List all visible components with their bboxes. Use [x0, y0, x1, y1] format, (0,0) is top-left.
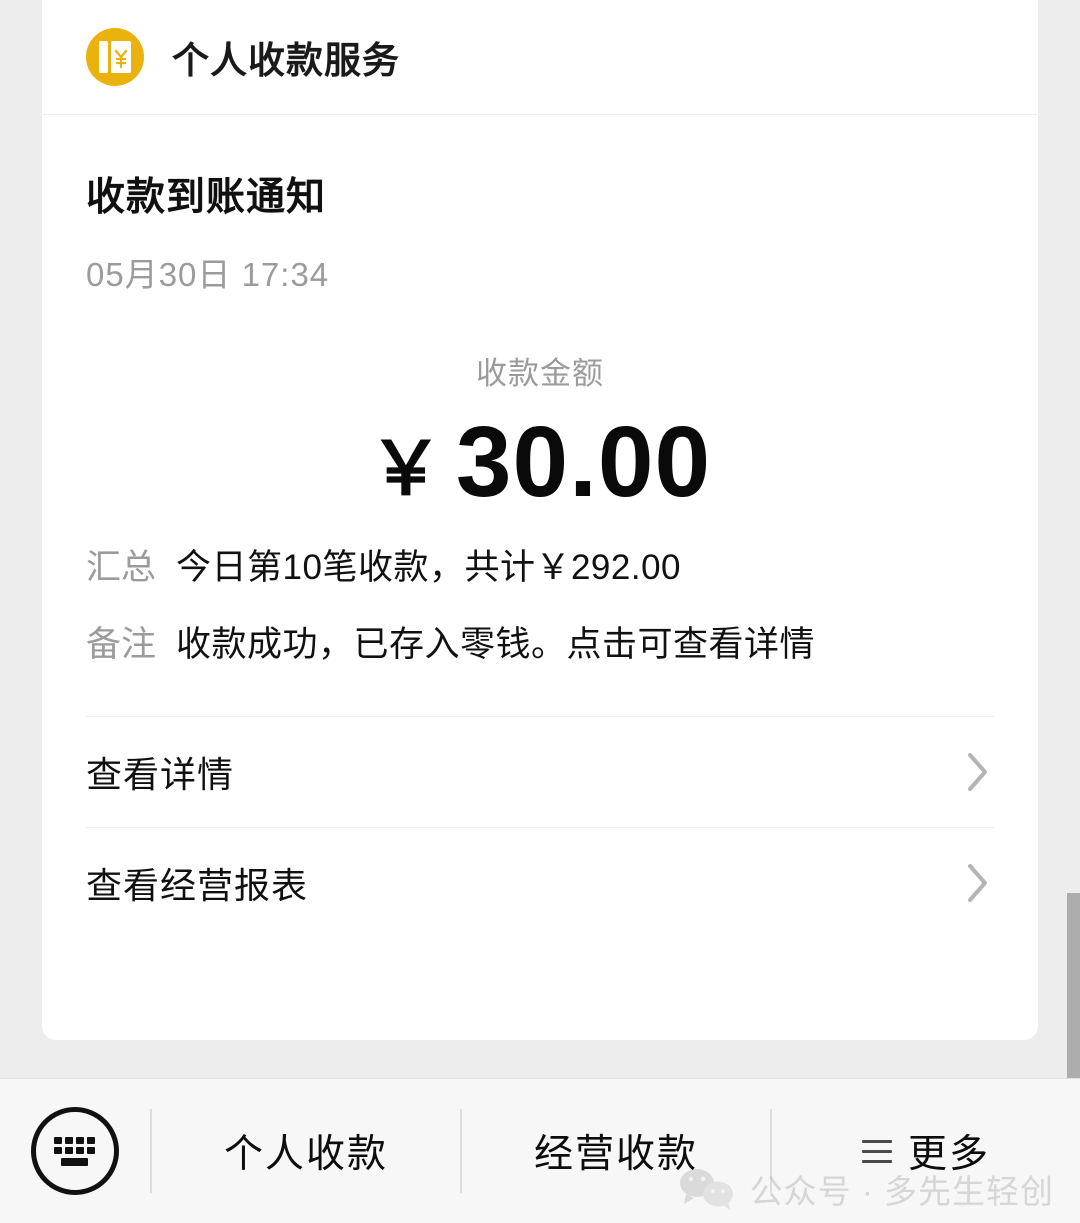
action-label: 查看经营报表 [86, 865, 309, 907]
amount-value: ￥ 30.00 [86, 407, 994, 517]
summary-key: 汇总 [86, 547, 157, 587]
page-title: 收款到账通知 [86, 176, 327, 219]
keyboard-button[interactable] [0, 1107, 150, 1195]
bottom-toolbar: 个人收款 经营收款 更多 公众号 · 多先生轻创 [0, 1078, 1080, 1223]
action-row-view-report[interactable]: 查看经营报表 [86, 827, 994, 938]
summary-value: 今日第10笔收款，共计￥292.00 [176, 547, 681, 587]
amount-block: 收款金额 ￥ 30.00 [86, 348, 994, 517]
chevron-right-icon [966, 862, 990, 904]
ledger-yen-icon [86, 28, 144, 86]
toolbar-item-label: 个人收款 [223, 1133, 388, 1176]
summary-row: 汇总 今日第10笔收款，共计￥292.00 [86, 543, 994, 594]
toolbar-item-label: 经营收款 [533, 1133, 698, 1176]
toolbar-item-business[interactable]: 经营收款 [462, 1079, 770, 1223]
card-body: 收款到账通知 05月30日 17:34 收款金额 ￥ 30.00 汇总 今日第10… [42, 115, 1038, 938]
amount-label: 收款金额 [476, 355, 604, 391]
app-title: 个人收款服务 [172, 40, 400, 81]
amount-number: 30.00 [455, 405, 712, 518]
remark-value: 收款成功，已存入零钱。点击可查看详情 [176, 624, 816, 664]
toolbar-item-more[interactable]: 更多 [772, 1079, 1080, 1223]
chevron-right-icon [966, 751, 990, 793]
card-header: 个人收款服务 [42, 0, 1038, 115]
remark-row: 备注 收款成功，已存入零钱。点击可查看详情 [86, 620, 994, 671]
action-list: 查看详情 查看经营报表 [86, 716, 994, 938]
keyboard-icon [31, 1107, 119, 1195]
action-label: 查看详情 [86, 754, 235, 796]
currency-symbol: ￥ [368, 426, 444, 510]
action-row-view-detail[interactable]: 查看详情 [86, 716, 994, 827]
toolbar-item-label: 更多 [907, 1133, 990, 1176]
vertical-scrollbar[interactable] [1067, 893, 1080, 1089]
remark-key: 备注 [86, 624, 157, 664]
notification-card[interactable]: 个人收款服务 收款到账通知 05月30日 17:34 收款金额 ￥ 30.00 汇… [42, 0, 1038, 1040]
hamburger-icon [861, 1139, 892, 1163]
notification-timestamp: 05月30日 17:34 [86, 255, 330, 293]
toolbar-item-personal[interactable]: 个人收款 [152, 1079, 460, 1223]
